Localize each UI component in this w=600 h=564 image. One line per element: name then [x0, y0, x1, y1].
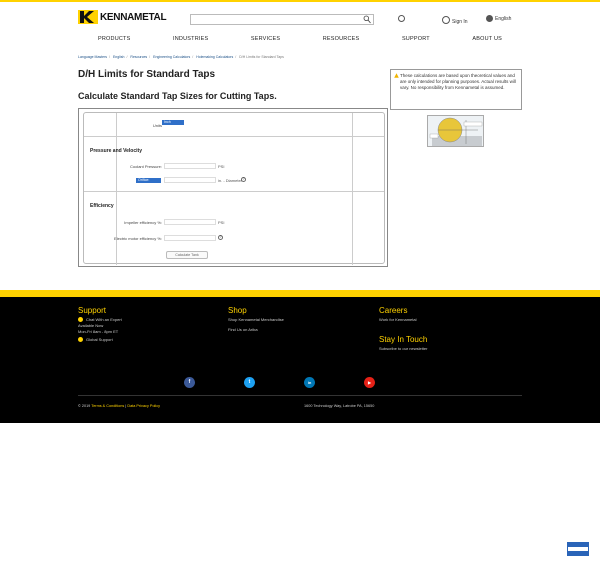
warning-icon — [394, 73, 399, 78]
site-footer: Support Chat With an Expert Available No… — [0, 297, 600, 423]
logo-text: KENNAMETAL — [100, 11, 167, 23]
top-accent-bar — [0, 0, 600, 2]
nav-services[interactable]: SERVICES — [231, 36, 300, 42]
impeller-efficiency-unit: PSI — [218, 220, 225, 225]
coolant-pressure-unit: PSI — [218, 164, 225, 169]
units-select[interactable]: Inch — [162, 120, 184, 125]
main-nav: PRODUCTS INDUSTRIES SERVICES RESOURCES S… — [78, 36, 522, 42]
breadcrumb-item[interactable]: Engineering Calculators — [153, 55, 190, 59]
global-support-icon — [78, 337, 83, 343]
shop-ariba-link[interactable]: Find Us on Ariba — [228, 327, 284, 333]
terms-link[interactable]: Terms & Conditions — [91, 404, 124, 408]
section-title-pressure: Pressure and Velocity — [90, 148, 142, 154]
breadcrumb-item[interactable]: Resources — [130, 55, 147, 59]
motor-efficiency-help-icon[interactable]: ? — [218, 235, 223, 240]
units-row: Units Inch — [84, 113, 384, 137]
nav-about-us[interactable]: ABOUT US — [452, 36, 522, 42]
calculate-button[interactable]: Calculate Tank — [166, 251, 208, 259]
orifice-input[interactable] — [164, 177, 216, 183]
breadcrumb-current: D/H Limits for Standard Taps — [239, 55, 284, 59]
page-subtitle: Calculate Standard Tap Sizes for Cutting… — [78, 91, 277, 101]
page-title: D/H Limits for Standard Taps — [78, 69, 216, 80]
language-label: English — [495, 15, 512, 22]
chat-hours: Mon-Fri 8am - 8pm ET — [78, 329, 119, 334]
footer-touch-title: Stay In Touch — [379, 335, 428, 344]
shop-merchandise-link[interactable]: Shop Kennametal Merchandise — [228, 317, 284, 323]
motor-efficiency-label: Electric motor efficiency %: — [114, 236, 162, 241]
orifice-help-icon[interactable]: ? — [241, 177, 246, 182]
footer-careers-title: Careers — [379, 306, 408, 315]
nav-industries[interactable]: INDUSTRIES — [153, 36, 228, 42]
newsletter-link[interactable]: Subscribe to our newsletter — [379, 346, 427, 352]
copyright-text: © 2019 — [78, 404, 92, 408]
footer-shop-title: Shop — [228, 306, 247, 315]
sign-in-label: Sign In — [452, 19, 468, 25]
footer-address: 1600 Technology Way, Latrobe PA, 15650 — [304, 404, 375, 408]
tap-diagram-image — [427, 115, 484, 147]
nav-support[interactable]: SUPPORT — [382, 36, 450, 42]
facebook-icon[interactable]: f — [184, 377, 195, 388]
footer-careers-column: Careers Work for Kennametal Stay In Touc… — [379, 306, 427, 352]
footer-shop-column: Shop Shop Kennametal Merchandise Find Us… — [228, 306, 284, 333]
coolant-pressure-label: Coolant Pressure: — [129, 164, 162, 169]
sign-in-link[interactable]: Sign In — [442, 15, 468, 25]
section-title-efficiency: Efficiency — [90, 203, 114, 209]
chat-expert-link[interactable]: Chat With an Expert — [86, 317, 122, 322]
careers-link[interactable]: Work for Kennametal — [379, 317, 427, 323]
footer-support-title: Support — [78, 306, 107, 315]
nav-resources[interactable]: RESOURCES — [303, 36, 380, 42]
orifice-select[interactable]: Orifice: — [136, 178, 161, 183]
privacy-link[interactable]: Data Privacy Policy — [127, 404, 160, 408]
footer-copyright: © 2019 Terms & Conditions | Data Privacy… — [78, 404, 161, 408]
twitter-icon[interactable]: t — [244, 377, 255, 388]
impeller-efficiency-input[interactable] — [164, 219, 216, 225]
orifice-unit: in. - Diameter — [218, 178, 243, 183]
user-icon — [442, 16, 450, 24]
footer-divider — [78, 395, 522, 396]
pressure-velocity-section: Pressure and Velocity Coolant Pressure: … — [84, 137, 384, 192]
search-box[interactable] — [190, 14, 374, 25]
calculator-form: Units Inch Pressure and Velocity Coolant… — [78, 108, 388, 267]
breadcrumb-item[interactable]: Holemaking Calculators — [196, 55, 233, 59]
youtube-icon[interactable]: ▶ — [364, 377, 375, 388]
feedback-widget[interactable] — [567, 542, 589, 556]
footer-support-column: Support Chat With an Expert Available No… — [78, 306, 122, 343]
footer-accent-bar — [0, 290, 600, 297]
coolant-pressure-input[interactable] — [164, 163, 216, 169]
breadcrumb-item[interactable]: Language Masters — [78, 55, 107, 59]
breadcrumb: Language Masters / English / Resources / En… — [78, 55, 284, 59]
disclaimer-text: These calculations are based upon theore… — [400, 73, 516, 90]
nav-products[interactable]: PRODUCTS — [78, 36, 150, 42]
chat-icon — [78, 317, 83, 323]
units-label: Units — [152, 123, 162, 128]
breadcrumb-item[interactable]: English — [113, 55, 124, 59]
efficiency-section: Efficiency Impeller efficiency %: PSI El… — [84, 192, 384, 265]
region-selector[interactable] — [398, 15, 407, 22]
disclaimer-notice: These calculations are based upon theore… — [390, 69, 522, 110]
linkedin-icon[interactable]: in — [304, 377, 315, 388]
search-icon[interactable] — [363, 15, 371, 24]
globe-icon — [486, 15, 493, 22]
impeller-efficiency-label: Impeller efficiency %: — [124, 220, 162, 225]
region-globe-icon — [398, 15, 405, 22]
language-selector[interactable]: English — [486, 15, 511, 22]
kennametal-logo[interactable]: KENNAMETAL — [78, 10, 167, 24]
global-support-link[interactable]: Global Support — [86, 337, 113, 342]
kennametal-k-icon — [78, 10, 98, 24]
motor-efficiency-input[interactable] — [164, 235, 216, 241]
calculator-panel: Units Inch Pressure and Velocity Coolant… — [83, 112, 385, 265]
